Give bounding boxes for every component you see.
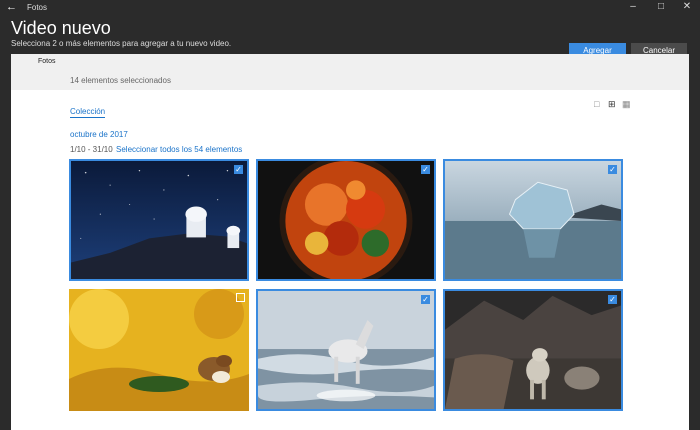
app-title: Fotos (27, 3, 48, 12)
medium-view-icon[interactable]: ⊞ (608, 100, 616, 109)
unselected-check-icon[interactable] (236, 293, 245, 302)
selected-check-icon[interactable]: ✓ (421, 165, 430, 174)
selected-check-icon[interactable]: ✓ (234, 165, 243, 174)
observatory-image (71, 161, 247, 279)
selected-check-icon[interactable]: ✓ (608, 295, 617, 304)
page-header: Video nuevo Selecciona 2 o más elementos… (0, 16, 700, 57)
selected-check-icon[interactable]: ✓ (608, 165, 617, 174)
group-range: 1/10 - 31/10 (70, 145, 113, 154)
selected-count: 14 elementos seleccionados (70, 76, 171, 85)
close-icon[interactable]: ✕ (677, 1, 697, 12)
title-bar: ← Fotos – □ ✕ (0, 0, 700, 16)
select-all-link[interactable]: Seleccionar todos los 54 elementos (116, 145, 242, 154)
panel-header: Fotos 14 elementos seleccionados (11, 54, 689, 90)
minimize-icon[interactable]: – (623, 1, 643, 12)
page-subtitle: Selecciona 2 o más elementos para agrega… (11, 39, 232, 48)
page-title: Video nuevo (11, 18, 111, 38)
picker-panel: Fotos 14 elementos seleccionados Colecci… (11, 54, 689, 430)
selected-check-icon[interactable]: ✓ (421, 295, 430, 304)
tab-collection[interactable]: Colección (70, 107, 106, 118)
autumn-tree-image (258, 161, 434, 279)
large-view-icon[interactable]: □ (594, 100, 601, 109)
photo-white-horse-beach[interactable]: ✓ (256, 289, 436, 411)
ice-block-image (445, 161, 621, 279)
group-month[interactable]: octubre de 2017 (70, 130, 128, 139)
photo-autumn-tree-fisheye[interactable]: ✓ (256, 159, 436, 281)
snow-leopard-image (445, 291, 621, 409)
photo-observatory-night[interactable]: ✓ (69, 159, 249, 281)
maximize-icon[interactable]: □ (651, 1, 671, 12)
photo-ice-block[interactable]: ✓ (443, 159, 623, 281)
photo-snow-leopard[interactable]: ✓ (443, 289, 623, 411)
weasel-image (69, 289, 249, 411)
tab-bar: Colección (70, 101, 106, 119)
small-view-icon[interactable]: ▦ (622, 100, 631, 109)
back-arrow-icon[interactable]: ← (6, 1, 17, 13)
horse-image (258, 291, 434, 409)
photo-weasel-leaves[interactable] (69, 289, 249, 411)
breadcrumb: Fotos (38, 58, 56, 65)
